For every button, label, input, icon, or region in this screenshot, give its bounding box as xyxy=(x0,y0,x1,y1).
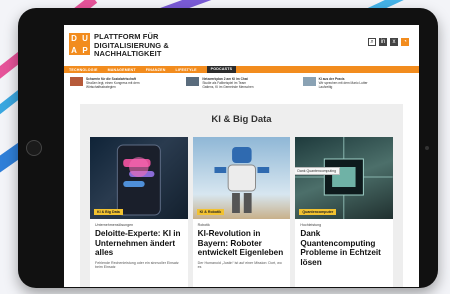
logo-letter-u: U xyxy=(82,34,88,43)
logo-letter-a: A xyxy=(71,46,77,55)
search-icon[interactable]: ⌕ xyxy=(368,38,376,46)
teaser-snippet-extra: Wirtschaftsstrategien xyxy=(86,85,116,89)
teaser-item[interactable]: Netzwerkplan 2 am KI im Chat Studie als … xyxy=(186,77,296,94)
quantum-chip-illustration xyxy=(295,137,394,219)
header-icon-bar: ⌕ in x ◔ xyxy=(368,38,409,46)
site-title[interactable]: PLATTFORM FÜR DIGITALISIERUNG & NACHHALT… xyxy=(94,32,214,59)
nav-item-lifestyle[interactable]: LIFESTYLE xyxy=(176,68,197,72)
teaser-text: Schwerin für die Sozialwirtschaft Straße… xyxy=(86,77,140,94)
teaser-text: KI aus der Praxis Wir sprechen mit dem M… xyxy=(319,77,368,94)
logo-letter-d: D xyxy=(71,34,77,43)
section-title: KI & Big Data xyxy=(211,114,272,125)
article-card[interactable]: KI & Big Data Unternehmenslösungen Deloi… xyxy=(90,137,188,287)
robot-illustration xyxy=(214,147,269,213)
home-button[interactable] xyxy=(26,140,42,156)
teaser-thumbnail xyxy=(70,77,83,86)
article-kicker: Unternehmenslösungen xyxy=(95,223,134,227)
article-teaser-text: Fehlende Rechenleistung oder ein sinnvol… xyxy=(95,260,179,270)
tablet-frame: D U A P PLATTFORM FÜR DIGITALISIERUNG & … xyxy=(18,8,438,288)
teaser-strip: Schwerin für die Sozialwirtschaft Straße… xyxy=(64,73,419,98)
article-card-list: KI & Big Data Unternehmenslösungen Deloi… xyxy=(80,125,403,287)
nav-item-podcasts[interactable]: PODCASTS xyxy=(206,66,237,73)
main-section: KI & Big Data KI & Big Data Unternehmens… xyxy=(80,104,403,287)
article-title[interactable]: KI-Revolution in Bayern: Roboter entwick… xyxy=(193,227,291,258)
camera-icon xyxy=(425,146,429,150)
phone-illustration xyxy=(116,144,161,216)
category-badge[interactable]: KI & Big Data xyxy=(94,209,123,215)
teaser-thumbnail xyxy=(186,77,200,86)
article-title[interactable]: Deloitte-Experte: KI in Unternehmen ände… xyxy=(90,227,188,258)
teaser-thumbnail xyxy=(302,77,316,86)
article-image-quantum[interactable]: Dank Quantencomputing Quantencomputer xyxy=(295,137,394,219)
teaser-snippet-extra: Laufzeitig xyxy=(318,85,333,89)
category-badge[interactable]: KI & Robotik xyxy=(196,209,225,215)
teaser-item[interactable]: Schwerin für die Sozialwirtschaft Straße… xyxy=(70,77,180,94)
teaser-text: Netzwerkplan 2 am KI im Chat Studie als … xyxy=(202,77,253,94)
xing-icon[interactable]: x xyxy=(390,38,398,46)
article-card[interactable]: KI & Robotik Robotik KI-Revolution in Ba… xyxy=(192,137,291,287)
rss-icon[interactable]: ◔ xyxy=(401,38,409,46)
site-logo[interactable]: D U A P xyxy=(69,33,90,55)
logo-letter-p: P xyxy=(82,46,88,55)
article-title[interactable]: Dank Quantencomputing Probleme in Echtze… xyxy=(295,227,393,267)
article-teaser-text: Der Humanoid „Justin“ ist auf einer Miss… xyxy=(197,260,282,270)
teaser-snippet-extra: Gatiens, KI im Gemeinde Menschen xyxy=(202,85,254,89)
nav-item-technologie[interactable]: TECHNOLOGIE xyxy=(69,68,98,72)
article-kicker: Hochleistung xyxy=(300,223,322,227)
hover-tooltip: Dank Quantencomputing xyxy=(295,167,341,175)
site-header: D U A P PLATTFORM FÜR DIGITALISIERUNG & … xyxy=(64,25,419,66)
article-image-robot[interactable]: KI & Robotik xyxy=(192,137,291,219)
main-nav: TECHNOLOGIE MANAGEMENT FINANZEN LIFESTYL… xyxy=(64,66,419,73)
site-title-line3: NACHHALTIGKEIT xyxy=(94,49,162,58)
article-card[interactable]: Dank Quantencomputing Quantencomputer Ho… xyxy=(295,137,394,287)
tablet-screen: D U A P PLATTFORM FÜR DIGITALISIERUNG & … xyxy=(64,25,419,287)
teaser-item[interactable]: KI aus der Praxis Wir sprechen mit dem M… xyxy=(302,77,413,94)
category-badge[interactable]: Quantencomputer xyxy=(299,209,337,215)
article-image-ai-chat[interactable]: KI & Big Data xyxy=(90,137,188,219)
nav-item-finanzen[interactable]: FINANZEN xyxy=(146,68,166,72)
nav-item-management[interactable]: MANAGEMENT xyxy=(108,68,136,72)
article-kicker: Robotik xyxy=(197,223,210,227)
linkedin-icon[interactable]: in xyxy=(379,38,387,46)
